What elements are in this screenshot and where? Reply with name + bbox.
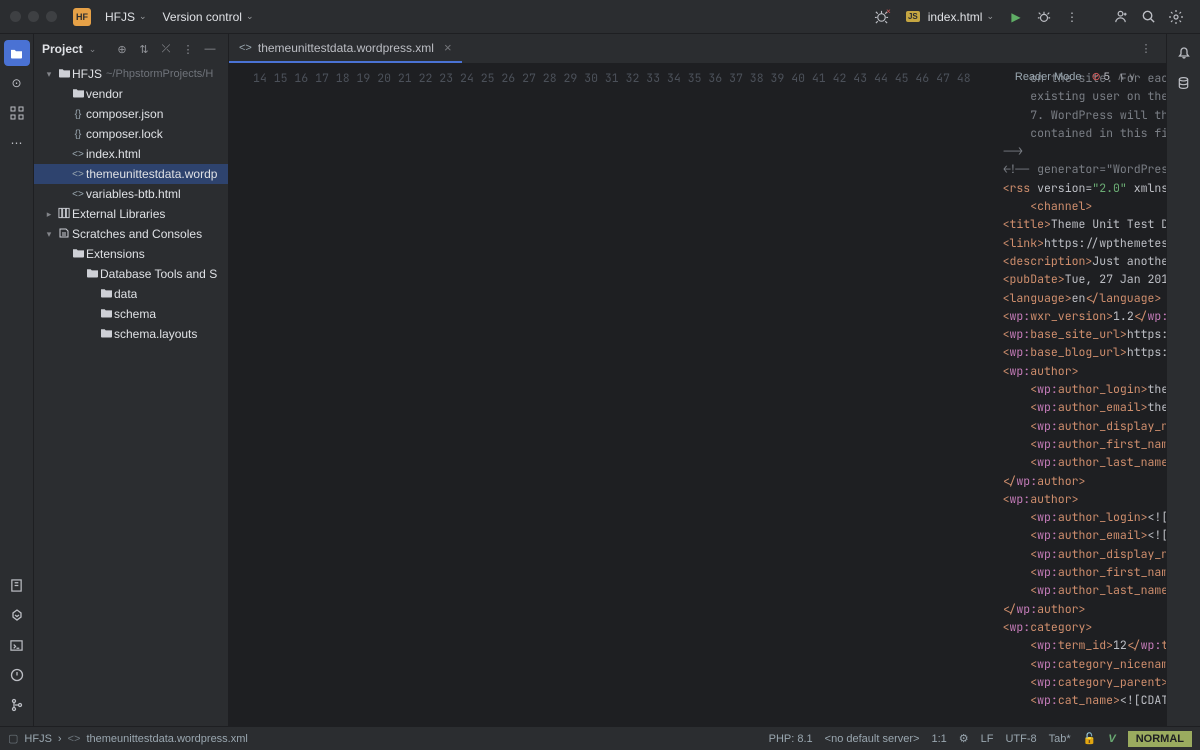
code-content[interactable]: on the site. For each author, you may ch… [983,64,1166,726]
vcs-label: Version control [163,10,242,24]
deployment-server[interactable]: <no default server> [825,733,920,745]
tree-item[interactable]: ▾HFJS~/PhpstormProjects/H [34,64,228,84]
breadcrumb-project[interactable]: HFJS [24,733,52,745]
project-tool-icon[interactable] [4,40,30,66]
titlebar: HF HFJS ⌄ Version control ⌄ × JS index.h… [0,0,1200,34]
project-badge: HF [73,8,91,26]
tree-item[interactable]: <>variables-btb.html [34,184,228,204]
more-icon[interactable]: ⋮ [1058,3,1086,31]
chevron-right-icon: › [58,733,62,745]
run-config[interactable]: JS index.html ⌄ [898,6,1002,28]
run-file-name: index.html [928,10,983,24]
notifications-icon[interactable] [1171,40,1197,66]
breadcrumb-icon: ▢ [8,732,18,745]
tree-item[interactable]: Extensions [34,244,228,264]
editor-body[interactable]: 14 15 16 17 18 19 20 21 22 23 24 25 26 2… [229,64,1166,726]
close-dot[interactable] [10,11,21,22]
tree-item[interactable]: vendor [34,84,228,104]
vcs-tool-icon[interactable] [4,692,30,718]
editor-tabs: <> themeunittestdata.wordpress.xml × ⋮ [229,34,1166,64]
terminal-icon[interactable] [4,632,30,658]
line-gutter: 14 15 16 17 18 19 20 21 22 23 24 25 26 2… [229,64,983,726]
settings-icon[interactable] [1162,3,1190,31]
chevron-down-icon: ⌄ [246,11,254,22]
search-icon[interactable] [1134,3,1162,31]
right-tool-strip [1166,34,1200,726]
left-tool-strip: ⊙ ⋯ [0,34,34,726]
debug-icon[interactable] [1030,3,1058,31]
tree-item[interactable]: {}composer.lock [34,124,228,144]
encoding[interactable]: UTF-8 [1005,733,1036,745]
sidebar-header: Project ⌄ ⊕ ⇅ ⤫ ⋮ — [34,34,228,64]
tree-item[interactable]: <>index.html [34,144,228,164]
breadcrumb-file[interactable]: themeunittestdata.wordpress.xml [86,733,247,745]
expand-all-icon[interactable]: ⇅ [134,39,154,59]
tree-item[interactable]: ▸External Libraries [34,204,228,224]
more-icon[interactable]: ⋮ [178,39,198,59]
bookmarks-icon[interactable] [4,572,30,598]
hide-icon[interactable]: — [200,39,220,59]
tree-item[interactable]: Database Tools and S [34,264,228,284]
tree-item[interactable]: schema [34,304,228,324]
reader-mode-toggle[interactable]: Reader Mode [1015,71,1082,83]
select-opened-icon[interactable]: ⊕ [112,39,132,59]
code-with-me-icon[interactable] [1106,3,1134,31]
close-icon[interactable]: × [444,40,452,55]
tree-item[interactable]: {}composer.json [34,104,228,124]
power-save-icon[interactable]: ⚙ [959,732,969,745]
project-name: HFJS [105,10,135,24]
readonly-icon[interactable]: 🔓 [1083,732,1097,745]
error-number: 5 [1104,71,1110,83]
project-sidebar: Project ⌄ ⊕ ⇅ ⤫ ⋮ — ▾HFJS~/PhpstormProje… [34,34,229,726]
error-count[interactable]: ⊘ 5 ∧ ∨ [1092,70,1136,83]
vcs-menu[interactable]: Version control ⌄ [155,6,262,28]
tree-item[interactable]: ▾Scratches and Consoles [34,224,228,244]
chevron-up-icon[interactable]: ∧ [1117,70,1125,83]
file-icon: <> [68,733,81,745]
sidebar-title: Project [42,42,83,56]
chevron-down-icon: ⌄ [986,11,994,22]
run-icon[interactable]: ▶ [1002,3,1030,31]
php-version[interactable]: PHP: 8.1 [769,733,813,745]
editor-inspections: Reader Mode ⊘ 5 ∧ ∨ [1015,70,1136,83]
js-badge-icon: JS [906,11,920,22]
database-icon[interactable] [1171,70,1197,96]
vim-icon[interactable]: V [1108,733,1115,745]
more-tools-icon[interactable]: ⋯ [4,130,30,156]
line-separator[interactable]: LF [981,733,994,745]
statusbar: ▢ HFJS › <> themeunittestdata.wordpress.… [0,726,1200,750]
max-dot[interactable] [46,11,57,22]
commit-tool-icon[interactable]: ⊙ [4,70,30,96]
tab-label: themeunittestdata.wordpress.xml [258,41,434,55]
min-dot[interactable] [28,11,39,22]
tree-item[interactable]: schema.layouts [34,324,228,344]
chevron-down-icon[interactable]: ∨ [1128,70,1136,83]
error-icon: ⊘ [1092,70,1101,83]
tree-item[interactable]: <>themeunittestdata.wordp [34,164,228,184]
chevron-down-icon[interactable]: ⌄ [89,44,97,55]
problems-icon[interactable] [4,662,30,688]
indent[interactable]: Tab* [1049,733,1071,745]
services-icon[interactable] [4,602,30,628]
tab-active[interactable]: <> themeunittestdata.wordpress.xml × [229,34,462,63]
collapse-all-icon[interactable]: ⤫ [156,39,176,59]
cursor-position[interactable]: 1:1 [931,733,946,745]
window-controls[interactable] [10,11,57,22]
tree-item[interactable]: data [34,284,228,304]
file-icon: <> [239,42,252,54]
structure-tool-icon[interactable] [4,100,30,126]
more-icon[interactable]: ⋮ [1136,39,1156,59]
project-tree[interactable]: ▾HFJS~/PhpstormProjects/Hvendor{}compose… [34,64,228,352]
editor-area: <> themeunittestdata.wordpress.xml × ⋮ R… [229,34,1166,726]
project-menu[interactable]: HFJS ⌄ [97,6,155,28]
vim-mode: NORMAL [1128,731,1192,747]
debug-bug-icon[interactable]: × [870,3,898,31]
chevron-down-icon: ⌄ [139,11,147,22]
